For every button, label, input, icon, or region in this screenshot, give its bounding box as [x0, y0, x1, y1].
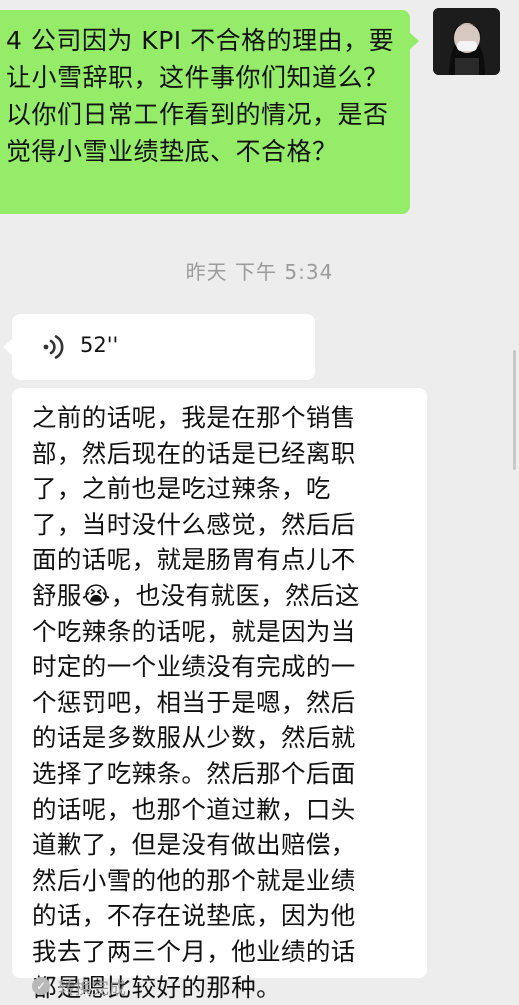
- message-timestamp: 昨天 下午 5:34: [185, 260, 334, 284]
- transcript-status-label: 转换完成: [58, 978, 126, 999]
- voice-wave-icon: [43, 335, 64, 359]
- avatar-photo: [433, 8, 500, 75]
- outgoing-message-text: 4 公司因为 KPI 不合格的理由，要让小雪辞职，这件事你们知道么？以你们日常工…: [6, 26, 395, 166]
- voice-duration: 52'': [80, 333, 119, 357]
- check-circle-icon: ✓: [32, 977, 50, 995]
- voice-message-bubble[interactable]: 52'': [3, 314, 315, 380]
- transcript-text: 之前的话呢，我是在那个销售 部，然后现在的话是已经离职 了，之前也是吃过辣条，吃…: [32, 403, 360, 1002]
- scrollbar[interactable]: [513, 350, 516, 470]
- voice-transcript-bubble[interactable]: 之前的话呢，我是在那个销售 部，然后现在的话是已经离职 了，之前也是吃过辣条，吃…: [12, 388, 427, 1002]
- bubble-tail: [3, 338, 13, 356]
- transcript-status: ✓ 转换完成: [32, 974, 126, 999]
- outgoing-message-bubble[interactable]: 4 公司因为 KPI 不合格的理由，要让小雪辞职，这件事你们知道么？以你们日常工…: [0, 10, 419, 214]
- avatar[interactable]: [433, 8, 500, 75]
- bubble-tail: [409, 32, 419, 50]
